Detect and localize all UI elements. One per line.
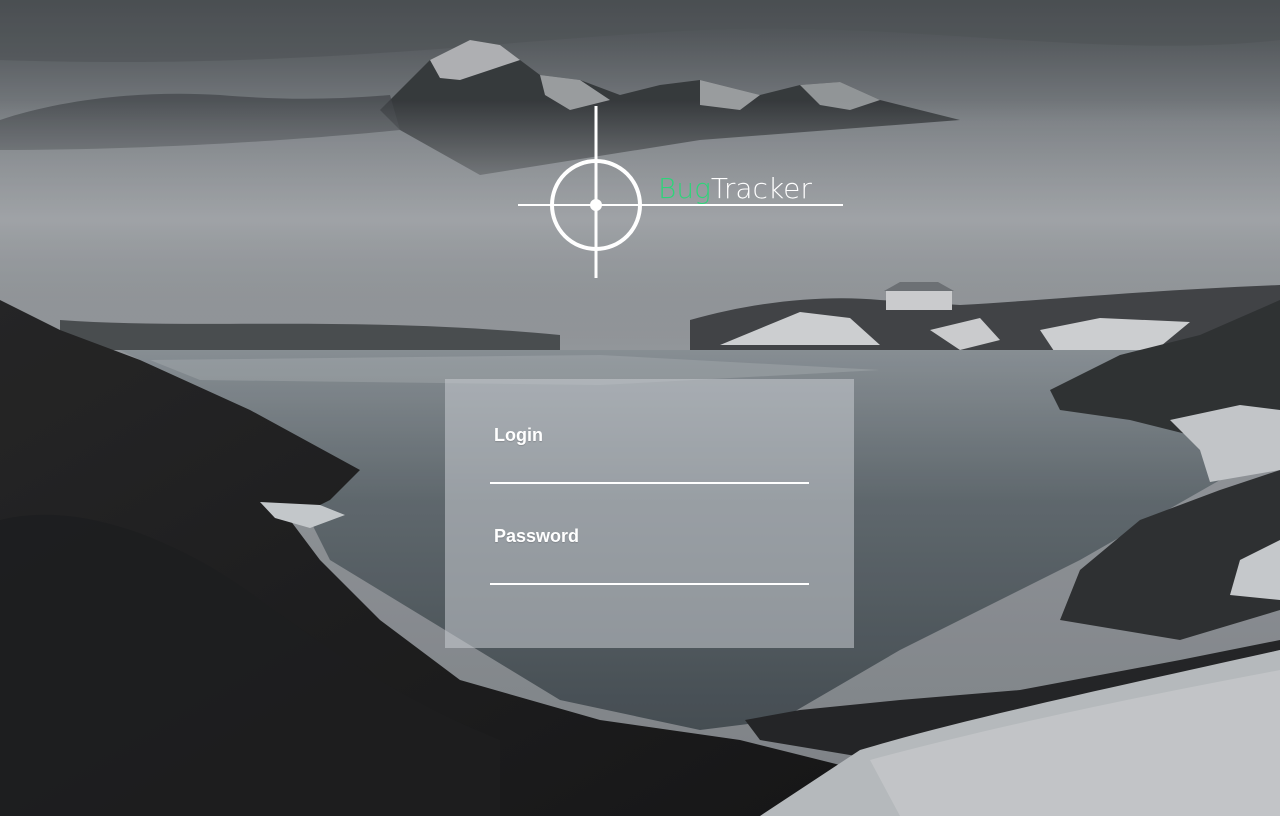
login-field-group: Login [490,425,809,484]
password-label: Password [494,526,580,546]
password-field-group: Password [490,526,809,585]
login-panel: Login Password [445,379,854,648]
login-label: Login [494,425,543,445]
bugtracker-logo: BugTracker [510,100,850,290]
password-input[interactable] [490,555,809,585]
brand-name: BugTracker [658,172,812,205]
brand-prefix: Bug [658,172,711,205]
login-input[interactable] [490,454,809,484]
brand-suffix: Tracker [710,172,812,205]
